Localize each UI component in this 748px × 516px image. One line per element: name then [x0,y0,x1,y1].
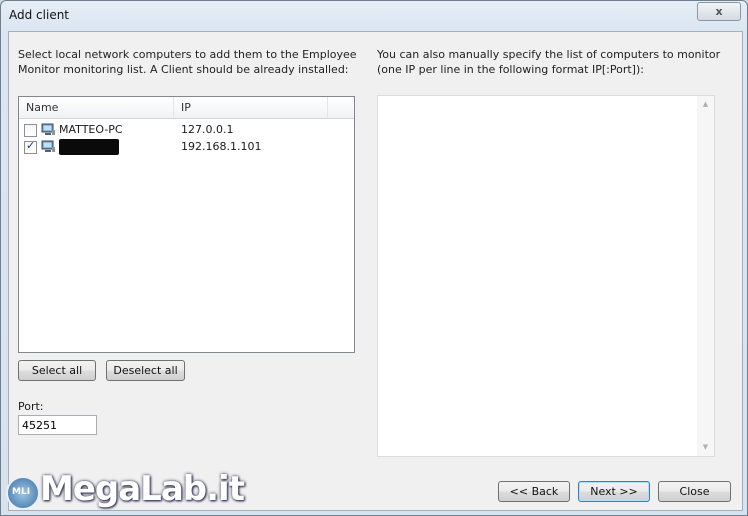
scroll-down-arrow-icon[interactable]: ▼ [697,439,714,456]
manual-computers-textarea[interactable]: ▲ ▼ [377,95,715,457]
column-header-name[interactable]: Name [19,97,174,118]
port-label: Port: [18,400,44,413]
watermark-text: MegaLab.it [40,469,245,509]
computer-icon [41,123,55,135]
scroll-up-arrow-icon[interactable]: ▲ [697,96,714,113]
close-window-button[interactable]: x [697,2,741,21]
row-checkbox[interactable] [24,139,37,154]
deselect-all-button[interactable]: Deselect all [106,360,185,381]
manual-list-description: You can also manually specify the list o… [377,48,721,76]
row-name: MATTEO-PC [59,123,123,136]
close-button[interactable]: Close [658,481,731,502]
next-button[interactable]: Next >> [578,481,650,502]
add-client-window: Add client x Select local network comput… [0,0,748,516]
back-button[interactable]: << Back [498,481,570,502]
computer-list[interactable]: Name IP MATTEO-PC 127.0.0.1 ✓ 192.168.1.… [18,96,355,353]
list-row[interactable]: MATTEO-PC 127.0.0.1 [19,122,354,139]
logo-text: MLI [12,487,31,497]
column-header-ip[interactable]: IP [174,97,328,118]
row-ip: 192.168.1.101 [181,140,262,153]
window-title: Add client [9,8,70,22]
computer-icon [41,140,55,152]
local-computers-description: Select local network computers to add th… [18,48,357,76]
list-row[interactable]: 192.168.1.101 [19,139,354,156]
row-checkbox[interactable] [24,124,37,137]
redacted-name [59,139,119,155]
select-all-button[interactable]: Select all [18,360,96,381]
dialog-body: Select local network computers to add th… [8,31,743,511]
megalab-watermark: MLI MegaLab.it [0,466,245,516]
port-input[interactable] [18,415,97,435]
row-ip: 127.0.0.1 [181,123,234,136]
megalab-logo-icon: MLI [6,476,40,510]
list-header: Name IP [19,97,354,119]
close-icon: x [715,5,723,18]
vertical-scrollbar[interactable]: ▲ ▼ [697,96,714,456]
title-bar[interactable]: Add client x [1,1,747,31]
